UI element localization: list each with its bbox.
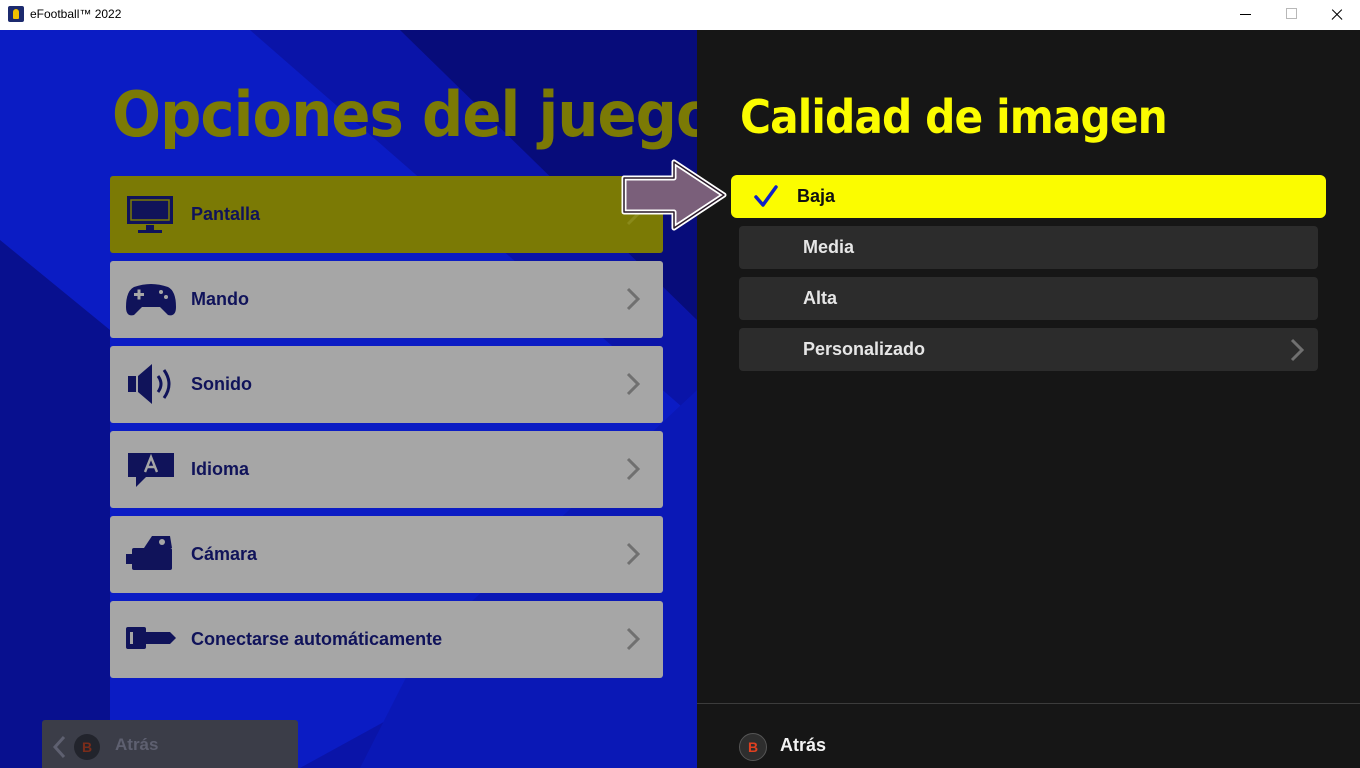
menu-item-mando[interactable]: Mando	[110, 261, 663, 338]
option-label: Alta	[803, 288, 838, 308]
app-logo-icon	[8, 6, 24, 22]
minimize-button[interactable]	[1222, 0, 1268, 30]
panel-title: Calidad de imagen	[740, 90, 1168, 144]
menu-item-label: Conectarse automáticamente	[191, 629, 443, 649]
menu-item-sonido[interactable]: Sonido	[110, 346, 663, 423]
camera-icon	[126, 536, 172, 570]
window-title: eFootball™ 2022	[30, 7, 122, 21]
pointer-arrow-icon	[621, 159, 727, 231]
chevron-right-icon	[626, 372, 641, 396]
footer-divider	[697, 703, 1360, 704]
back-button-inactive[interactable]: B Atrás	[42, 720, 298, 768]
page-title: Opciones del juego	[112, 78, 697, 151]
menu-item-label: Mando	[191, 289, 249, 309]
image-quality-panel: Calidad de imagen Baja Media Alta Person…	[697, 30, 1360, 768]
menu-item-pantalla[interactable]: Pantalla	[110, 176, 663, 253]
option-label: Media	[803, 237, 855, 257]
menu-item-label: Idioma	[191, 459, 250, 479]
chevron-right-icon	[626, 627, 641, 651]
chevron-right-icon	[626, 457, 641, 481]
chevron-right-icon	[626, 287, 641, 311]
maximize-button[interactable]	[1268, 0, 1314, 30]
option-alta[interactable]: Alta	[739, 277, 1318, 320]
key-icon	[126, 627, 176, 649]
chevron-left-icon	[52, 735, 66, 759]
menu-item-conectarse-automaticamente[interactable]: Conectarse automáticamente	[110, 601, 663, 678]
monitor-icon	[127, 196, 173, 233]
back-label: Atrás	[780, 735, 827, 755]
option-media[interactable]: Media	[739, 226, 1318, 269]
menu-item-label: Cámara	[191, 544, 258, 564]
back-label: Atrás	[115, 735, 159, 754]
close-button[interactable]	[1314, 0, 1360, 30]
chevron-right-icon	[626, 542, 641, 566]
b-button-icon: B	[739, 733, 767, 761]
option-personalizado[interactable]: Personalizado	[739, 328, 1318, 371]
option-label: Baja	[797, 186, 836, 206]
menu-item-label: Pantalla	[191, 204, 261, 224]
b-button-icon: B	[74, 734, 100, 760]
option-label: Personalizado	[803, 339, 926, 359]
option-baja[interactable]: Baja	[731, 175, 1326, 218]
menu-item-idioma[interactable]: Idioma	[110, 431, 663, 508]
checkmark-icon	[754, 185, 778, 207]
speaker-icon	[128, 364, 171, 404]
language-bubble-icon	[128, 453, 174, 487]
menu-item-camara[interactable]: Cámara	[110, 516, 663, 593]
window-titlebar: eFootball™ 2022	[0, 0, 1360, 30]
chevron-right-icon	[1290, 338, 1305, 362]
game-options-panel: Opciones del juego Pantalla Mando Sonido…	[0, 30, 697, 768]
gamepad-icon	[126, 284, 176, 316]
menu-item-label: Sonido	[191, 374, 252, 394]
